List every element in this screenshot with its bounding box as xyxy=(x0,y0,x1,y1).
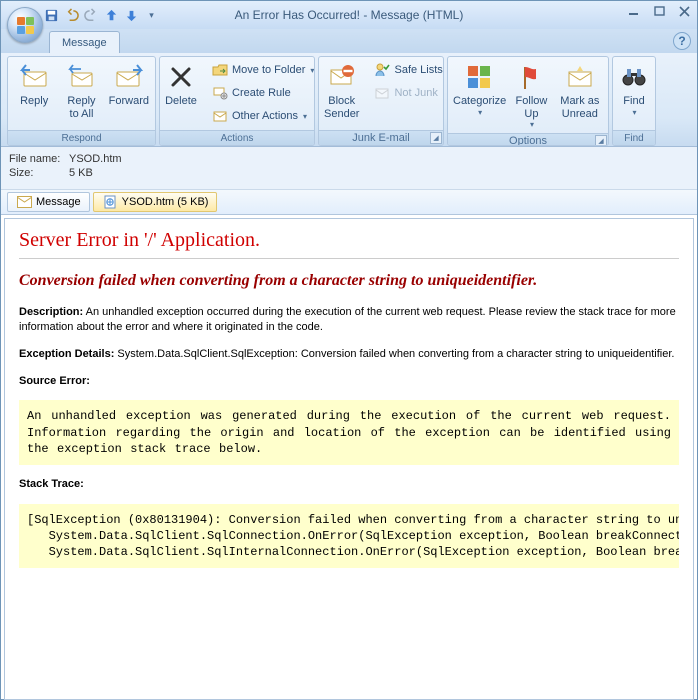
dropdown-icon: ▾ xyxy=(632,108,636,117)
ysod-source-error-box: An unhandled exception was generated dur… xyxy=(19,400,679,465)
office-orb-button[interactable] xyxy=(7,7,43,43)
group-options: Categorize ▾ Follow Up ▾ Mark as Unread … xyxy=(447,56,609,146)
message-body-scroll[interactable]: Server Error in '/' Application. Convers… xyxy=(4,218,694,700)
size-value: 5 KB xyxy=(69,167,93,179)
attachment-tab-row: Message YSOD.htm (5 KB) xyxy=(1,190,697,215)
group-find-label: Find xyxy=(613,130,655,145)
mark-unread-button[interactable]: Mark as Unread xyxy=(556,59,604,122)
dropdown-icon: ▾ xyxy=(530,120,534,129)
filename-label: File name: xyxy=(9,153,69,165)
group-respond-label: Respond xyxy=(8,130,155,145)
not-junk-icon xyxy=(374,85,390,101)
delete-icon xyxy=(165,61,197,93)
block-sender-button[interactable]: Block Sender xyxy=(323,59,360,122)
flag-icon xyxy=(515,61,547,93)
attachment-tab[interactable]: YSOD.htm (5 KB) xyxy=(93,192,218,212)
categorize-button[interactable]: Categorize ▾ xyxy=(452,59,507,119)
other-actions-button[interactable]: Other Actions▾ xyxy=(208,105,315,127)
find-button[interactable]: Find ▾ xyxy=(614,59,654,119)
delete-button[interactable]: Delete xyxy=(164,59,198,110)
block-sender-icon xyxy=(326,61,358,93)
minimize-button[interactable] xyxy=(626,4,643,18)
ribbon: Reply Reply to All Forward Respond xyxy=(1,53,697,147)
mark-unread-icon xyxy=(564,61,596,93)
follow-up-button[interactable]: Follow Up ▾ xyxy=(510,59,553,131)
group-junk-label: Junk E-mail◢ xyxy=(319,130,443,145)
safe-lists-icon xyxy=(374,62,390,78)
size-label: Size: xyxy=(9,167,69,179)
forward-button[interactable]: Forward xyxy=(107,59,151,110)
group-actions: Delete Move to Folder▾ Create Rule xyxy=(159,56,315,146)
quick-access-toolbar: ▾ xyxy=(43,7,160,24)
envelope-icon xyxy=(16,194,32,210)
help-button[interactable]: ? xyxy=(673,32,691,50)
group-junk: Block Sender Safe Lists▾ Not Junk Jun xyxy=(318,56,444,146)
group-actions-label: Actions xyxy=(160,130,314,145)
ysod-description: Description: An unhandled exception occu… xyxy=(19,305,679,335)
options-dialog-launcher[interactable]: ◢ xyxy=(595,135,607,146)
ysod-error-heading: Conversion failed when converting from a… xyxy=(19,271,679,291)
move-to-folder-button[interactable]: Move to Folder▾ xyxy=(208,59,315,81)
reply-all-button[interactable]: Reply to All xyxy=(59,59,103,122)
next-item-icon[interactable] xyxy=(123,7,140,24)
tab-message[interactable]: Message xyxy=(49,31,120,53)
ysod-stack-trace-label: Stack Trace: xyxy=(19,477,679,492)
reply-icon xyxy=(18,61,50,93)
window-titlebar: ▾ An Error Has Occurred! - Message (HTML… xyxy=(1,1,697,29)
message-tab[interactable]: Message xyxy=(7,192,90,212)
reply-all-icon xyxy=(65,61,97,93)
safe-lists-button[interactable]: Safe Lists▾ xyxy=(370,59,444,81)
undo-icon[interactable] xyxy=(63,7,80,24)
html-file-icon xyxy=(102,194,118,210)
not-junk-button: Not Junk xyxy=(370,82,444,104)
binoculars-icon xyxy=(618,61,650,93)
ysod-source-error-label: Source Error: xyxy=(19,374,679,389)
folder-move-icon xyxy=(212,62,228,78)
ribbon-tab-row: Message ? xyxy=(1,29,697,53)
dropdown-icon: ▾ xyxy=(310,66,314,75)
dropdown-icon: ▾ xyxy=(303,112,307,121)
ysod-stack-trace-box: [SqlException (0x80131904): Conversion f… xyxy=(19,504,679,569)
maximize-button[interactable] xyxy=(651,4,668,18)
qat-customize-icon[interactable]: ▾ xyxy=(143,7,160,24)
create-rule-button[interactable]: Create Rule xyxy=(208,82,315,104)
group-options-label: Options◢ xyxy=(448,133,608,146)
close-button[interactable] xyxy=(676,4,693,18)
attachment-info-bar: File name:YSOD.htm Size:5 KB xyxy=(1,147,697,190)
forward-icon xyxy=(113,61,145,93)
ysod-exception-details: Exception Details: System.Data.SqlClient… xyxy=(19,347,679,362)
redo-icon[interactable] xyxy=(83,7,100,24)
reply-button[interactable]: Reply xyxy=(12,59,56,110)
rule-icon xyxy=(212,85,228,101)
categorize-icon xyxy=(464,61,496,93)
ysod-page: Server Error in '/' Application. Convers… xyxy=(5,219,693,590)
divider xyxy=(19,258,679,259)
ysod-title: Server Error in '/' Application. xyxy=(19,229,679,252)
group-find: Find ▾ Find xyxy=(612,56,656,146)
group-respond: Reply Reply to All Forward Respond xyxy=(7,56,156,146)
junk-dialog-launcher[interactable]: ◢ xyxy=(430,132,442,144)
other-actions-icon xyxy=(212,108,228,124)
dropdown-icon: ▾ xyxy=(478,108,482,117)
prev-item-icon[interactable] xyxy=(103,7,120,24)
filename-value: YSOD.htm xyxy=(69,153,122,165)
save-icon[interactable] xyxy=(43,7,60,24)
